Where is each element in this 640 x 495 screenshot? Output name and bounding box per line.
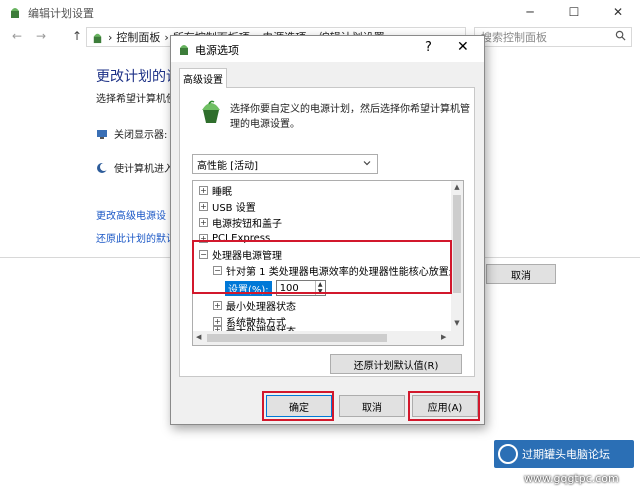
monitor-icon — [97, 129, 107, 139]
setting-label: 设置(%): — [225, 280, 272, 296]
cancel-button[interactable]: 取消 — [486, 264, 556, 284]
watermark-badge: 过期罐头电脑论坛 — [494, 440, 634, 468]
tree-item-power-buttons[interactable]: + 电源按钮和盖子 — [199, 215, 282, 230]
apply-button[interactable]: 应用(A) — [412, 395, 478, 417]
tree-item-usb[interactable]: + USB 设置 — [199, 199, 256, 214]
tree-item-label: 针对第 1 类处理器电源效率的处理器性能核心放置最小 — [226, 267, 464, 278]
power-plant-icon — [11, 8, 19, 18]
dialog-title: 电源选项 — [195, 44, 239, 57]
tree-item-label: 处理器电源管理 — [212, 251, 282, 262]
window-titlebar: 编辑计划设置 ─ ☐ ✕ — [0, 0, 640, 24]
tree-item-min-processor-state[interactable]: + 最小处理器状态 — [213, 298, 296, 313]
scroll-up-icon[interactable]: ▲ — [452, 183, 462, 191]
restore-defaults-button[interactable]: 还原计划默认值(R) — [330, 354, 462, 374]
tree-item-label: 睡眠 — [212, 187, 232, 198]
display-off-label: 关闭显示器: — [114, 130, 168, 141]
power-settings-tree[interactable]: + 睡眠 + USB 设置 + 电源按钮和盖子 + PCI Express − … — [192, 180, 464, 346]
collapse-icon[interactable]: − — [213, 266, 222, 275]
search-icon — [615, 30, 626, 41]
maximize-button[interactable]: ☐ — [552, 0, 596, 24]
setting-row: 设置(%): 100 ▲ ▼ — [225, 280, 326, 296]
window-title: 编辑计划设置 — [28, 7, 94, 20]
search-placeholder: 搜索控制面板 — [481, 31, 547, 44]
expand-icon[interactable]: + — [199, 218, 208, 227]
forward-arrow-icon[interactable]: → — [36, 29, 46, 43]
ok-button[interactable]: 确定 — [266, 395, 332, 417]
expand-icon[interactable]: + — [199, 234, 208, 243]
power-plant-icon — [180, 45, 188, 55]
moon-icon — [97, 162, 108, 173]
breadcrumb-separator: › — [108, 30, 113, 44]
page-title: 更改计划的设 — [96, 69, 180, 85]
expand-icon[interactable]: + — [213, 301, 222, 310]
advanced-settings-panel: 选择你要自定义的电源计划，然后选择你希望计算机管理的电源设置。 高性能 [活动]… — [179, 87, 475, 377]
dialog-titlebar: 电源选项 ? ✕ — [171, 36, 484, 62]
display-off-row: 关闭显示器: — [96, 126, 167, 141]
dialog-cancel-button[interactable]: 取消 — [339, 395, 405, 417]
tab-advanced-settings[interactable]: 高级设置 — [179, 68, 227, 88]
scroll-left-icon[interactable]: ◀ — [196, 333, 201, 341]
collapse-icon[interactable]: − — [199, 250, 208, 259]
advanced-settings-link[interactable]: 更改高级电源设 — [96, 207, 166, 222]
spin-up-icon[interactable]: ▲ — [314, 281, 325, 288]
back-arrow-icon[interactable]: ← — [12, 29, 22, 43]
sleep-label: 使计算机进入 — [114, 164, 174, 175]
power-plant-icon — [202, 100, 220, 123]
tree-item-sleep[interactable]: + 睡眠 — [199, 183, 232, 198]
minimize-button[interactable]: ─ — [508, 0, 552, 24]
breadcrumb-separator: › — [164, 30, 169, 44]
sleep-row: 使计算机进入 — [96, 160, 174, 175]
tree-item-label: PCI Express — [212, 233, 271, 244]
scroll-thumb[interactable] — [207, 334, 387, 342]
tree-item-label: 最小处理器状态 — [226, 302, 296, 313]
restore-defaults-link[interactable]: 还原此计划的默认 — [96, 230, 176, 245]
watermark: 过期罐头电脑论坛 www.gqgtpc.com — [494, 440, 634, 490]
tree-item-processor-power[interactable]: − 处理器电源管理 — [199, 247, 282, 262]
spin-down-icon[interactable]: ▼ — [314, 288, 325, 295]
expand-icon[interactable]: + — [199, 186, 208, 195]
power-plant-icon — [93, 33, 102, 43]
vertical-scrollbar[interactable]: ▲ ▼ — [451, 181, 463, 331]
scroll-down-icon[interactable]: ▼ — [452, 319, 462, 327]
horizontal-scrollbar[interactable]: ◀ ▶ — [193, 331, 463, 345]
power-plan-selected: 高性能 [活动] — [197, 160, 258, 172]
watermark-text: 过期罐头电脑论坛 — [522, 448, 610, 461]
power-plan-dropdown[interactable]: 高性能 [活动] — [192, 154, 378, 174]
breadcrumb-item-control-panel[interactable]: 控制面板 — [116, 29, 160, 45]
chevron-down-icon — [363, 161, 371, 166]
tree-item-pci-express[interactable]: + PCI Express — [199, 231, 270, 246]
scroll-thumb[interactable] — [453, 195, 461, 293]
up-arrow-icon[interactable]: ↑ — [72, 29, 82, 43]
setting-value-stepper[interactable]: 100 ▲ ▼ — [275, 280, 326, 296]
page-subtitle: 选择希望计算机使 — [96, 94, 176, 105]
scroll-right-icon[interactable]: ▶ — [441, 333, 446, 341]
search-input[interactable]: 搜索控制面板 — [474, 27, 632, 47]
power-options-dialog: 电源选项 ? ✕ 高级设置 选择你要自定义的电源计划，然后选择你希望计算机管理的… — [170, 35, 485, 425]
dialog-description: 选择你要自定义的电源计划，然后选择你希望计算机管理的电源设置。 — [230, 104, 470, 130]
dialog-close-button[interactable]: ✕ — [457, 39, 469, 55]
close-button[interactable]: ✕ — [596, 0, 640, 24]
watermark-url: www.gqgtpc.com — [524, 472, 619, 485]
tree-item-label: 电源按钮和盖子 — [212, 219, 282, 230]
help-button[interactable]: ? — [425, 40, 432, 55]
watermark-logo-icon — [498, 444, 518, 464]
setting-value: 100 — [279, 282, 299, 294]
expand-icon[interactable]: + — [199, 202, 208, 211]
tree-item-label: USB 设置 — [212, 203, 256, 214]
tree-item-core-parking-min[interactable]: − 针对第 1 类处理器电源效率的处理器性能核心放置最小 — [213, 263, 464, 278]
